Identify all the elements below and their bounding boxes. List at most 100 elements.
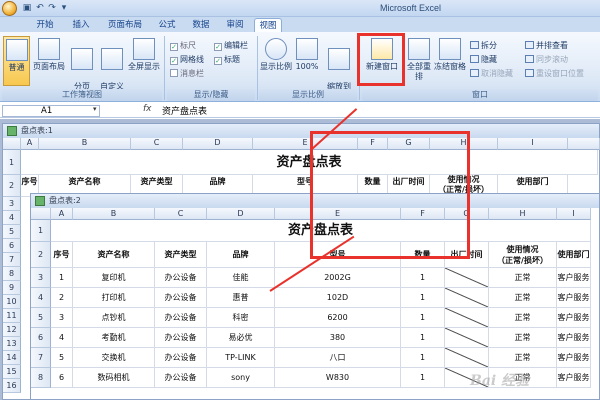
table-cell[interactable]: 办公设备 — [155, 328, 207, 348]
select-all-corner[interactable] — [3, 138, 21, 150]
row-header[interactable]: 8 — [31, 368, 51, 388]
table-cell[interactable]: 2002G — [275, 268, 401, 288]
page-layout-view-button[interactable]: 页面布局 — [32, 36, 66, 86]
hide-button[interactable]: 隐藏 — [470, 54, 497, 66]
zoom-button[interactable]: 显示比例 — [260, 36, 292, 86]
table-cell[interactable]: 办公设备 — [155, 288, 207, 308]
table-cell[interactable]: 客户服务 — [557, 348, 591, 368]
row-header[interactable]: 4 — [31, 288, 51, 308]
split-button[interactable]: 拆分 — [470, 40, 497, 52]
table-cell[interactable]: 客户服务 — [557, 288, 591, 308]
formula-content[interactable]: 资产盘点表 — [162, 104, 207, 117]
table-cell[interactable]: 复印机 — [73, 268, 155, 288]
zoom-to-selection-button[interactable]: 缩放到 选定区域 — [322, 36, 356, 101]
table-cell[interactable]: 交换机 — [73, 348, 155, 368]
row-header[interactable]: 15 — [3, 365, 21, 379]
window-1-titlebar[interactable]: 盘点表:1 — [3, 124, 599, 138]
table-cell[interactable]: 1 — [401, 328, 445, 348]
header-cell[interactable]: 资产类型 — [155, 242, 207, 268]
zoom-100-button[interactable]: 100% — [294, 36, 320, 86]
table-cell[interactable]: 正常 — [489, 268, 557, 288]
col-header[interactable]: I — [557, 208, 591, 220]
table-cell[interactable]: 5 — [51, 348, 73, 368]
table-cell[interactable]: 正常 — [489, 328, 557, 348]
row-header[interactable]: 5 — [3, 225, 21, 239]
row-header[interactable]: 9 — [3, 281, 21, 295]
ruler-checkbox[interactable]: ✓ 标尺 — [170, 40, 196, 52]
row-header[interactable]: 14 — [3, 351, 21, 365]
header-cell[interactable]: 使用情况 （正常/损坏） — [489, 242, 557, 268]
table-cell[interactable]: 4 — [51, 328, 73, 348]
table-cell[interactable] — [445, 308, 489, 328]
col-header[interactable]: H — [489, 208, 557, 220]
table-cell[interactable]: 1 — [401, 368, 445, 388]
tab-home[interactable]: 开始 — [30, 18, 60, 32]
redo-icon[interactable]: ↷ — [47, 3, 57, 13]
table-cell[interactable] — [445, 268, 489, 288]
tab-page-layout[interactable]: 页面布局 — [102, 18, 148, 32]
gridlines-checkbox[interactable]: ✓ 网格线 — [170, 54, 204, 66]
row-header[interactable]: 6 — [31, 328, 51, 348]
header-cell[interactable]: 使用部门 — [557, 242, 591, 268]
side-by-side-button[interactable]: 并排查看 — [525, 40, 568, 52]
freeze-panes-button[interactable]: 冻结窗格 — [434, 36, 466, 86]
custom-views-button[interactable]: 自定义 视图 — [98, 36, 126, 101]
table-cell[interactable]: 办公设备 — [155, 348, 207, 368]
col-header[interactable]: A — [51, 208, 73, 220]
table-cell[interactable]: 客户服务 — [557, 328, 591, 348]
row-header[interactable]: 13 — [3, 337, 21, 351]
tab-formulas[interactable]: 公式 — [152, 18, 182, 32]
table-cell[interactable] — [445, 348, 489, 368]
col-header[interactable]: C — [131, 138, 183, 150]
col-header[interactable]: I — [498, 138, 568, 150]
header-cell[interactable]: 序号 — [51, 242, 73, 268]
table-cell[interactable]: 办公设备 — [155, 368, 207, 388]
formula-bar-checkbox[interactable]: ✓ 编辑栏 — [214, 40, 248, 52]
name-box[interactable]: A1 — [2, 105, 100, 117]
table-cell[interactable]: 八口 — [275, 348, 401, 368]
table-cell[interactable]: 客户服务 — [557, 308, 591, 328]
table-cell[interactable]: 102D — [275, 288, 401, 308]
row-header[interactable]: 11 — [3, 309, 21, 323]
table-cell[interactable]: TP-LINK — [207, 348, 275, 368]
table-cell[interactable]: 1 — [401, 308, 445, 328]
table-cell[interactable]: 正常 — [489, 348, 557, 368]
tab-data[interactable]: 数据 — [186, 18, 216, 32]
table-cell[interactable]: 佳能 — [207, 268, 275, 288]
row-header[interactable]: 1 — [31, 220, 51, 242]
row-header[interactable]: 3 — [3, 197, 21, 211]
col-header[interactable]: D — [207, 208, 275, 220]
table-cell[interactable]: 办公设备 — [155, 268, 207, 288]
row-header[interactable]: 12 — [3, 323, 21, 337]
sync-scroll-button[interactable]: 同步滚动 — [525, 54, 568, 66]
table-cell[interactable]: 6200 — [275, 308, 401, 328]
table-cell[interactable]: 考勤机 — [73, 328, 155, 348]
table-cell[interactable]: 客户服务 — [557, 368, 591, 388]
row-header[interactable]: 3 — [31, 268, 51, 288]
table-cell[interactable]: 办公设备 — [155, 308, 207, 328]
table-cell[interactable]: 2 — [51, 288, 73, 308]
row-header[interactable]: 5 — [31, 308, 51, 328]
normal-view-button[interactable]: 普通 — [3, 36, 30, 86]
table-cell[interactable]: 380 — [275, 328, 401, 348]
col-header[interactable]: D — [183, 138, 253, 150]
table-cell[interactable]: 点钞机 — [73, 308, 155, 328]
table-cell[interactable]: 1 — [401, 268, 445, 288]
row-header[interactable]: 1 — [3, 150, 21, 175]
table-cell[interactable]: 1 — [51, 268, 73, 288]
col-header[interactable]: A — [21, 138, 39, 150]
table-cell[interactable]: 易必优 — [207, 328, 275, 348]
row-header[interactable]: 7 — [31, 348, 51, 368]
table-cell[interactable]: 客户服务 — [557, 268, 591, 288]
headings-checkbox[interactable]: ✓ 标题 — [214, 54, 240, 66]
table-cell[interactable]: 1 — [401, 288, 445, 308]
col-header[interactable]: C — [155, 208, 207, 220]
tab-view[interactable]: 视图 — [254, 18, 282, 32]
fx-icon[interactable]: fx — [143, 104, 152, 114]
table-cell[interactable]: sony — [207, 368, 275, 388]
table-cell[interactable]: W830 — [275, 368, 401, 388]
row-header[interactable]: 10 — [3, 295, 21, 309]
table-cell[interactable]: 3 — [51, 308, 73, 328]
table-cell[interactable]: 数码相机 — [73, 368, 155, 388]
reset-window-position-button[interactable]: 重设窗口位置 — [525, 68, 584, 80]
